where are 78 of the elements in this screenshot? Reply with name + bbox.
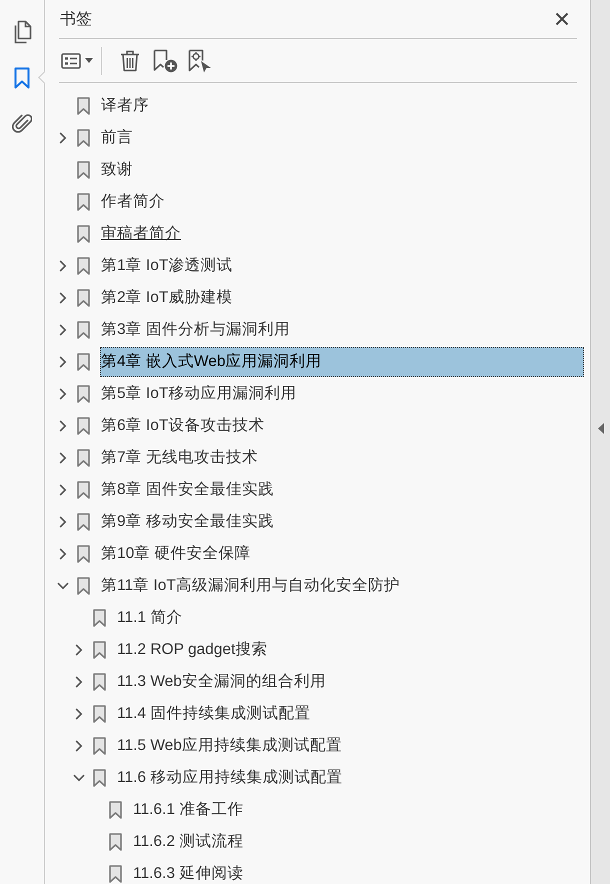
- chevron-right-icon[interactable]: [59, 452, 67, 464]
- bookmark-item[interactable]: 11.4 固件持续集成测试配置: [116, 699, 314, 729]
- bookmark-item[interactable]: 第11章 IoT高级漏洞利用与自动化安全防护: [100, 571, 403, 601]
- chevron-right-icon[interactable]: [59, 292, 67, 304]
- bookmark-icon: [77, 225, 90, 243]
- bookmark-icon: [93, 641, 106, 659]
- bookmark-item[interactable]: 第7章 无线电攻击技术: [100, 443, 261, 473]
- chevron-right-icon[interactable]: [59, 356, 67, 368]
- bookmark-icon: [77, 193, 90, 211]
- bookmark-icon: [93, 609, 106, 627]
- bookmark-item[interactable]: 11.6.3 延伸阅读: [132, 859, 246, 884]
- bookmark-icon: [77, 257, 90, 275]
- chevron-down-icon[interactable]: [73, 774, 85, 782]
- chevron-right-icon[interactable]: [59, 548, 67, 560]
- bookmark-icon: [93, 737, 106, 755]
- bookmark-icon: [77, 577, 90, 595]
- chevron-right-icon[interactable]: [59, 420, 67, 432]
- bookmark-icon: [77, 481, 90, 499]
- bookmark-item[interactable]: 11.6 移动应用持续集成测试配置: [116, 763, 346, 793]
- bookmark-icon: [77, 449, 90, 467]
- bookmark-cursor-icon: [188, 48, 212, 72]
- list-icon: [61, 52, 81, 68]
- bookmark-icon: [77, 417, 90, 435]
- bookmark-item[interactable]: 第8章 固件安全最佳实践: [100, 475, 277, 505]
- chevron-right-icon[interactable]: [75, 708, 83, 720]
- bookmark-item[interactable]: 第2章 IoT威胁建模: [100, 283, 236, 313]
- bookmark-item[interactable]: 11.6.2 测试流程: [132, 827, 246, 857]
- bookmark-icon: [77, 129, 90, 147]
- bookmark-item[interactable]: 11.1 简介: [116, 603, 186, 633]
- bookmark-item[interactable]: 第3章 固件分析与漏洞利用: [100, 315, 293, 345]
- bookmark-item[interactable]: 译者序: [100, 91, 152, 121]
- chevron-right-icon[interactable]: [59, 484, 67, 496]
- chevron-right-icon[interactable]: [75, 740, 83, 752]
- bookmark-icon: [93, 705, 106, 723]
- bookmark-item[interactable]: 11.5 Web应用持续集成测试配置: [116, 731, 345, 761]
- chevron-right-icon[interactable]: [75, 676, 83, 688]
- bookmark-icon: [77, 161, 90, 179]
- bookmark-item[interactable]: 11.3 Web安全漏洞的组合利用: [116, 667, 329, 697]
- bookmark-item[interactable]: 致谢: [100, 155, 136, 185]
- bookmark-icon: [77, 353, 90, 371]
- bookmark-item[interactable]: 11.6.1 准备工作: [132, 795, 246, 825]
- bookmark-item[interactable]: 第4章 嵌入式Web应用漏洞利用: [100, 347, 584, 377]
- bookmark-icon: [93, 673, 106, 691]
- bookmark-icon: [77, 97, 90, 115]
- bookmark-item[interactable]: 第9章 移动安全最佳实践: [100, 507, 277, 537]
- chevron-down-icon[interactable]: [57, 582, 69, 590]
- chevron-right-icon[interactable]: [59, 132, 67, 144]
- bookmark-icon: [109, 801, 122, 819]
- bookmark-item[interactable]: 审稿者简介: [100, 219, 184, 249]
- collapse-triangle-icon[interactable]: [598, 422, 604, 434]
- bookmark-item[interactable]: 前言: [100, 123, 136, 153]
- chevron-right-icon[interactable]: [59, 324, 67, 336]
- bookmark-icon: [77, 385, 90, 403]
- chevron-right-icon[interactable]: [75, 644, 83, 656]
- bookmark-item[interactable]: 第6章 IoT设备攻击技术: [100, 411, 268, 441]
- chevron-right-icon[interactable]: [59, 388, 67, 400]
- bookmark-item[interactable]: 第5章 IoT移动应用漏洞利用: [100, 379, 300, 409]
- bookmark-icon: [77, 321, 90, 339]
- bookmark-item[interactable]: 11.2 ROP gadget搜索: [116, 635, 270, 665]
- chevron-right-icon[interactable]: [59, 260, 67, 272]
- bookmark-plus-icon: [152, 48, 178, 72]
- bookmark-icon: [77, 545, 90, 563]
- bookmark-icon: [109, 833, 122, 851]
- bookmark-icon: [77, 513, 90, 531]
- bookmark-icon: [77, 289, 90, 307]
- bookmark-item[interactable]: 作者简介: [100, 187, 168, 217]
- bookmark-item[interactable]: 第10章 硬件安全保障: [100, 539, 254, 569]
- bookmark-icon: [109, 865, 122, 883]
- bookmark-item[interactable]: 第1章 IoT渗透测试: [100, 251, 236, 281]
- trash-icon: [120, 50, 140, 72]
- copy-pages-icon: [12, 20, 32, 44]
- panel-title: 书签: [59, 10, 92, 30]
- paperclip-icon: [12, 113, 32, 135]
- close-icon: [555, 12, 569, 26]
- bookmark-icon: [93, 769, 106, 787]
- bookmark-icon: [14, 67, 30, 89]
- caret-icon: [85, 58, 93, 63]
- chevron-right-icon[interactable]: [59, 516, 67, 528]
